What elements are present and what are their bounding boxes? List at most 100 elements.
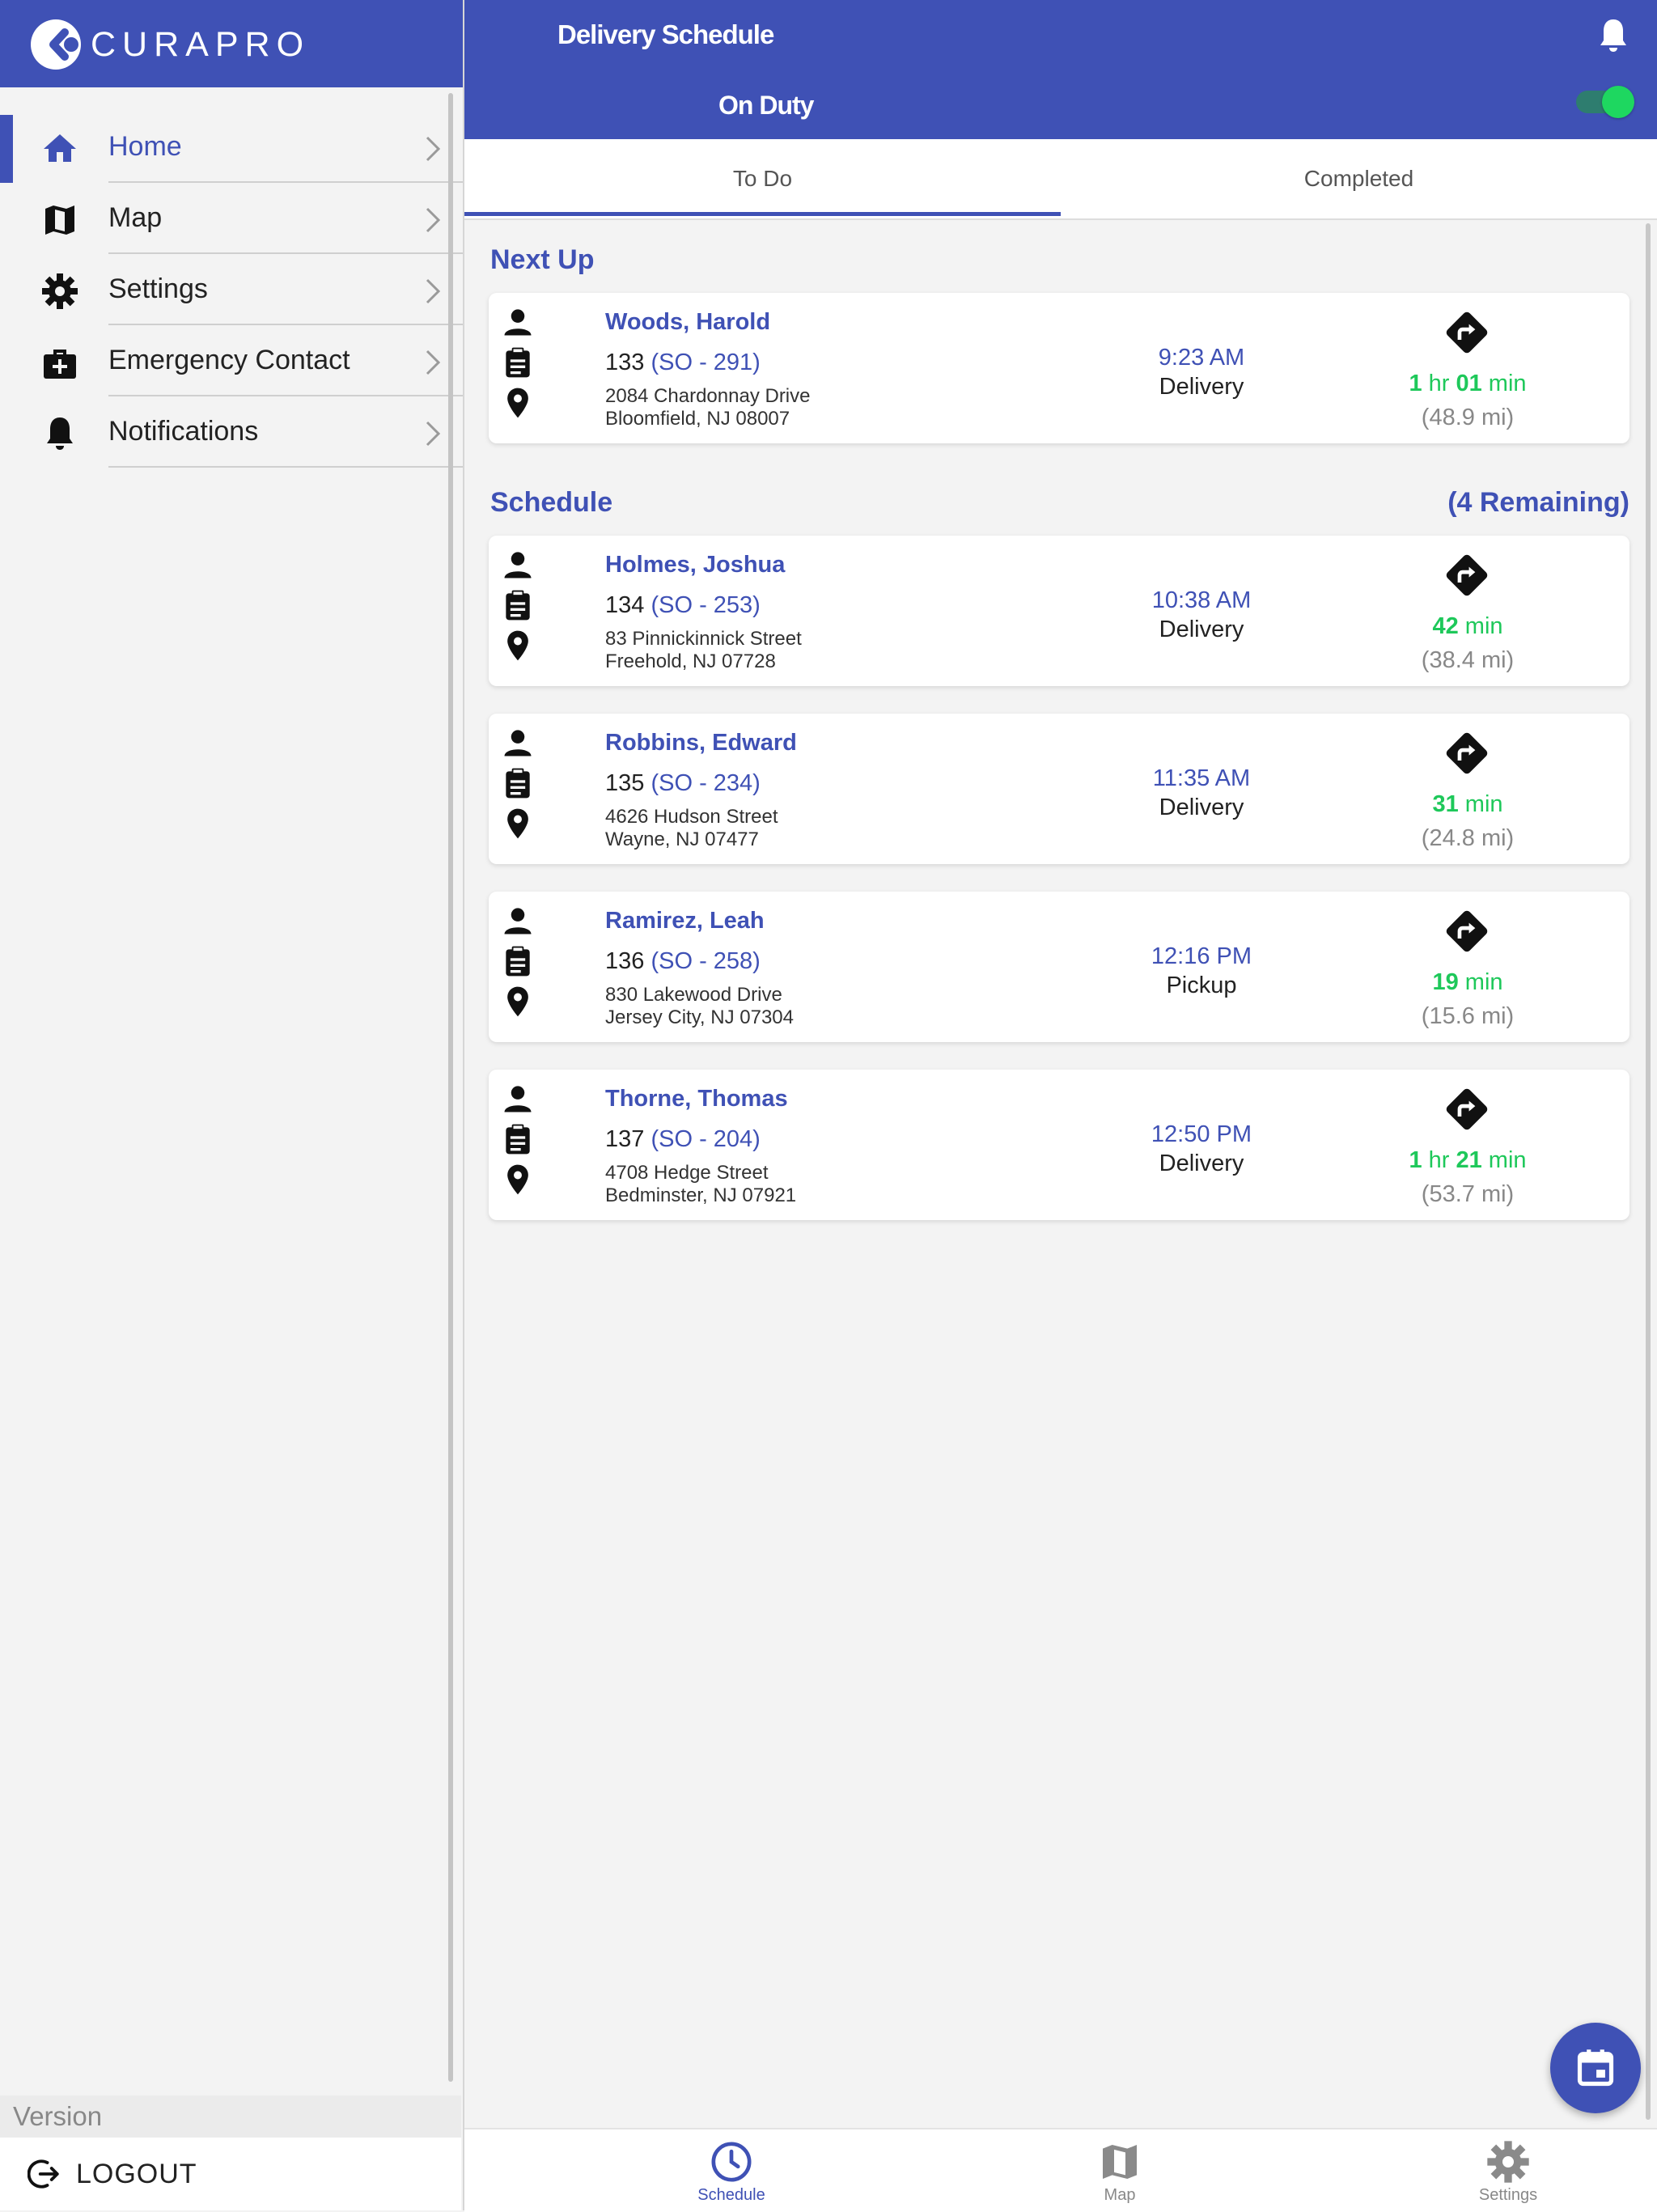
- order-id: 133: [605, 350, 645, 375]
- next-up-heading: Next Up: [490, 244, 595, 275]
- sidebar-header: CURAPRO: [0, 0, 463, 87]
- location-pin-icon: [507, 808, 528, 839]
- schedule-heading: Schedule: [490, 487, 613, 518]
- curapro-logo-icon: [31, 19, 81, 70]
- content-scrollbar[interactable]: [1646, 223, 1651, 2120]
- directions-icon[interactable]: [1442, 728, 1492, 778]
- clipboard-icon: [506, 1124, 530, 1155]
- bottom-navigation: Schedule Map Settings: [464, 2128, 1657, 2212]
- sidebar-item-label: Settings: [108, 273, 208, 304]
- bottom-nav-map[interactable]: Map: [998, 2129, 1241, 2212]
- sidebar-item-label: Notifications: [108, 416, 259, 447]
- customer-name[interactable]: Woods, Harold: [605, 309, 770, 336]
- bottom-nav-label: Map: [1104, 2186, 1136, 2204]
- delivery-card[interactable]: Thorne, Thomas 137 (SO - 204) 4708 Hedge…: [489, 1070, 1629, 1220]
- tab-to-do[interactable]: To Do: [464, 139, 1061, 218]
- sidebar-item-settings[interactable]: Settings: [0, 254, 463, 325]
- logout-icon: [28, 2159, 59, 2189]
- directions-icon[interactable]: [1442, 307, 1492, 358]
- sidebar-scrollbar[interactable]: [448, 93, 453, 2082]
- delivery-card[interactable]: Woods, Harold 133 (SO - 291) 2084 Chardo…: [489, 293, 1629, 443]
- divider: [108, 466, 463, 468]
- delivery-card[interactable]: Ramirez, Leah 136 (SO - 258) 830 Lakewoo…: [489, 892, 1629, 1042]
- distance: (15.6 mi): [1421, 1003, 1515, 1029]
- clipboard-icon: [506, 347, 530, 378]
- address-line-1: 4626 Hudson Street: [605, 806, 778, 828]
- logout-button[interactable]: LOGOUT: [0, 2138, 461, 2210]
- order-id: 134: [605, 592, 645, 618]
- clipboard-icon: [506, 946, 530, 977]
- location-pin-icon: [507, 986, 528, 1017]
- clipboard-icon: [506, 768, 530, 799]
- order-number: 133 (SO - 291): [605, 350, 761, 376]
- sidebar-item-label: Home: [108, 131, 182, 162]
- sales-order-link[interactable]: (SO - 234): [651, 770, 760, 796]
- sidebar-item-notifications[interactable]: Notifications: [0, 396, 463, 468]
- address-line-1: 830 Lakewood Drive: [605, 984, 782, 1006]
- customer-name[interactable]: Holmes, Joshua: [605, 552, 785, 578]
- location-pin-icon: [507, 630, 528, 661]
- sidebar-menu: Home Map Settings Emergency Contact Noti…: [0, 112, 463, 468]
- clock-icon: [711, 2142, 752, 2182]
- order-id: 136: [605, 948, 645, 974]
- distance: (38.4 mi): [1421, 647, 1515, 673]
- customer-name[interactable]: Ramirez, Leah: [605, 908, 765, 934]
- sidebar-item-home[interactable]: Home: [0, 112, 463, 183]
- eta-unit: min: [1481, 1147, 1527, 1173]
- active-tab-indicator: [464, 212, 1061, 216]
- sales-order-link[interactable]: (SO - 204): [651, 1126, 760, 1152]
- address-line-1: 83 Pinnickinnick Street: [605, 628, 802, 650]
- gear-icon: [42, 273, 78, 309]
- calendar-icon: [1577, 2049, 1614, 2087]
- bell-icon[interactable]: [1594, 15, 1633, 57]
- tab-completed[interactable]: Completed: [1061, 139, 1657, 218]
- customer-name[interactable]: Robbins, Edward: [605, 730, 797, 756]
- sales-order-link[interactable]: (SO - 291): [651, 350, 760, 375]
- chevron-right-icon: [426, 207, 441, 233]
- eta-unit: min: [1458, 613, 1503, 639]
- active-indicator: [0, 115, 13, 183]
- sales-order-link[interactable]: (SO - 258): [651, 948, 760, 974]
- eta: 1 hr 21 min: [1346, 1147, 1589, 1174]
- eta-unit: min: [1458, 791, 1503, 817]
- location-pin-icon: [507, 1164, 528, 1195]
- distance: (24.8 mi): [1421, 825, 1515, 851]
- delivery-card[interactable]: Robbins, Edward 135 (SO - 234) 4626 Huds…: [489, 714, 1629, 864]
- sidebar-item-map[interactable]: Map: [0, 183, 463, 254]
- directions-icon[interactable]: [1442, 1084, 1492, 1134]
- order-id: 137: [605, 1126, 645, 1152]
- map-icon: [45, 206, 74, 235]
- distance: (48.9 mi): [1421, 405, 1515, 430]
- eta-value: 42: [1432, 613, 1459, 639]
- top-app-bar: Delivery Schedule On Duty: [464, 0, 1657, 139]
- address-line-2: Jersey City, NJ 07304: [605, 1006, 794, 1028]
- eta-value: 19: [1432, 969, 1459, 995]
- customer-name[interactable]: Thorne, Thomas: [605, 1086, 788, 1112]
- directions-icon[interactable]: [1442, 550, 1492, 600]
- toggle-knob: [1602, 86, 1634, 118]
- sidebar-item-label: Map: [108, 202, 163, 233]
- bell-icon: [47, 417, 73, 450]
- chevron-right-icon: [426, 136, 441, 162]
- person-icon: [504, 1086, 532, 1112]
- map-icon: [1103, 2145, 1137, 2179]
- bottom-nav-label: Schedule: [697, 2186, 765, 2204]
- directions-icon[interactable]: [1442, 906, 1492, 956]
- eta-unit: min: [1458, 969, 1503, 995]
- chevron-right-icon: [426, 421, 441, 447]
- delivery-card[interactable]: Holmes, Joshua 134 (SO - 253) 83 Pinnick…: [489, 536, 1629, 686]
- logout-label: LOGOUT: [76, 2158, 197, 2189]
- calendar-fab-button[interactable]: [1550, 2023, 1641, 2113]
- eta: 31 min: [1346, 791, 1589, 818]
- stop-type: Delivery: [1159, 795, 1244, 820]
- scheduled-time: 11:35 AM: [1152, 765, 1251, 791]
- scheduled-time: 9:23 AM: [1158, 345, 1245, 371]
- on-duty-toggle[interactable]: [1576, 86, 1634, 118]
- sales-order-link[interactable]: (SO - 253): [651, 592, 760, 618]
- bottom-nav-schedule[interactable]: Schedule: [610, 2129, 853, 2212]
- sidebar-item-emergency-contact[interactable]: Emergency Contact: [0, 325, 463, 396]
- order-number: 134 (SO - 253): [605, 592, 761, 619]
- page-title: Delivery Schedule: [557, 19, 774, 49]
- remaining-count: (4 Remaining): [1447, 487, 1629, 518]
- bottom-nav-settings[interactable]: Settings: [1387, 2129, 1629, 2212]
